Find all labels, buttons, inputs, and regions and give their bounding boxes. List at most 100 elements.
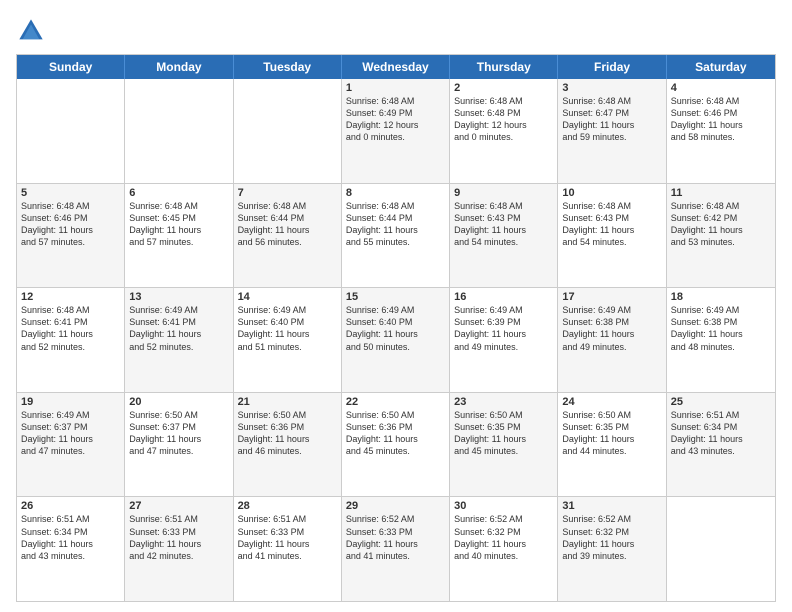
calendar-cell-day-8: 8Sunrise: 6:48 AM Sunset: 6:44 PM Daylig…	[342, 184, 450, 288]
day-number: 23	[454, 396, 553, 408]
day-number: 1	[346, 82, 445, 94]
day-number: 11	[671, 187, 771, 199]
calendar-cell-day-24: 24Sunrise: 6:50 AM Sunset: 6:35 PM Dayli…	[558, 393, 666, 497]
calendar: SundayMondayTuesdayWednesdayThursdayFrid…	[16, 54, 776, 602]
day-info: Sunrise: 6:48 AM Sunset: 6:43 PM Dayligh…	[454, 200, 553, 249]
day-number: 25	[671, 396, 771, 408]
day-number: 31	[562, 500, 661, 512]
weekday-header-monday: Monday	[125, 55, 233, 79]
calendar-cell-day-10: 10Sunrise: 6:48 AM Sunset: 6:43 PM Dayli…	[558, 184, 666, 288]
day-info: Sunrise: 6:48 AM Sunset: 6:42 PM Dayligh…	[671, 200, 771, 249]
day-number: 19	[21, 396, 120, 408]
logo-icon	[16, 16, 46, 46]
calendar-cell-day-12: 12Sunrise: 6:48 AM Sunset: 6:41 PM Dayli…	[17, 288, 125, 392]
day-info: Sunrise: 6:48 AM Sunset: 6:44 PM Dayligh…	[346, 200, 445, 249]
day-number: 6	[129, 187, 228, 199]
day-info: Sunrise: 6:49 AM Sunset: 6:39 PM Dayligh…	[454, 304, 553, 353]
day-info: Sunrise: 6:49 AM Sunset: 6:37 PM Dayligh…	[21, 409, 120, 458]
calendar-cell-day-17: 17Sunrise: 6:49 AM Sunset: 6:38 PM Dayli…	[558, 288, 666, 392]
day-info: Sunrise: 6:51 AM Sunset: 6:33 PM Dayligh…	[129, 513, 228, 562]
calendar-row-2: 12Sunrise: 6:48 AM Sunset: 6:41 PM Dayli…	[17, 288, 775, 393]
day-number: 12	[21, 291, 120, 303]
day-info: Sunrise: 6:49 AM Sunset: 6:40 PM Dayligh…	[346, 304, 445, 353]
day-number: 2	[454, 82, 553, 94]
day-info: Sunrise: 6:50 AM Sunset: 6:35 PM Dayligh…	[562, 409, 661, 458]
day-number: 22	[346, 396, 445, 408]
calendar-cell-day-1: 1Sunrise: 6:48 AM Sunset: 6:49 PM Daylig…	[342, 79, 450, 183]
calendar-cell-day-7: 7Sunrise: 6:48 AM Sunset: 6:44 PM Daylig…	[234, 184, 342, 288]
page: SundayMondayTuesdayWednesdayThursdayFrid…	[0, 0, 792, 612]
day-number: 18	[671, 291, 771, 303]
calendar-cell-day-15: 15Sunrise: 6:49 AM Sunset: 6:40 PM Dayli…	[342, 288, 450, 392]
weekday-header-saturday: Saturday	[667, 55, 775, 79]
weekday-header-sunday: Sunday	[17, 55, 125, 79]
day-info: Sunrise: 6:52 AM Sunset: 6:33 PM Dayligh…	[346, 513, 445, 562]
day-info: Sunrise: 6:49 AM Sunset: 6:40 PM Dayligh…	[238, 304, 337, 353]
day-info: Sunrise: 6:48 AM Sunset: 6:44 PM Dayligh…	[238, 200, 337, 249]
calendar-cell-day-19: 19Sunrise: 6:49 AM Sunset: 6:37 PM Dayli…	[17, 393, 125, 497]
day-info: Sunrise: 6:52 AM Sunset: 6:32 PM Dayligh…	[454, 513, 553, 562]
day-number: 29	[346, 500, 445, 512]
day-number: 10	[562, 187, 661, 199]
calendar-cell-day-25: 25Sunrise: 6:51 AM Sunset: 6:34 PM Dayli…	[667, 393, 775, 497]
calendar-cell-day-2: 2Sunrise: 6:48 AM Sunset: 6:48 PM Daylig…	[450, 79, 558, 183]
day-info: Sunrise: 6:51 AM Sunset: 6:33 PM Dayligh…	[238, 513, 337, 562]
day-number: 27	[129, 500, 228, 512]
day-number: 16	[454, 291, 553, 303]
day-info: Sunrise: 6:50 AM Sunset: 6:36 PM Dayligh…	[346, 409, 445, 458]
day-number: 4	[671, 82, 771, 94]
day-number: 21	[238, 396, 337, 408]
calendar-cell-empty	[17, 79, 125, 183]
calendar-cell-empty	[234, 79, 342, 183]
calendar-cell-day-5: 5Sunrise: 6:48 AM Sunset: 6:46 PM Daylig…	[17, 184, 125, 288]
logo	[16, 16, 50, 46]
calendar-cell-day-16: 16Sunrise: 6:49 AM Sunset: 6:39 PM Dayli…	[450, 288, 558, 392]
day-info: Sunrise: 6:48 AM Sunset: 6:43 PM Dayligh…	[562, 200, 661, 249]
day-number: 13	[129, 291, 228, 303]
calendar-cell-day-3: 3Sunrise: 6:48 AM Sunset: 6:47 PM Daylig…	[558, 79, 666, 183]
weekday-header-tuesday: Tuesday	[234, 55, 342, 79]
calendar-cell-day-29: 29Sunrise: 6:52 AM Sunset: 6:33 PM Dayli…	[342, 497, 450, 601]
weekday-header-thursday: Thursday	[450, 55, 558, 79]
day-number: 9	[454, 187, 553, 199]
day-number: 30	[454, 500, 553, 512]
calendar-cell-day-26: 26Sunrise: 6:51 AM Sunset: 6:34 PM Dayli…	[17, 497, 125, 601]
calendar-cell-day-11: 11Sunrise: 6:48 AM Sunset: 6:42 PM Dayli…	[667, 184, 775, 288]
calendar-cell-empty	[667, 497, 775, 601]
calendar-cell-day-30: 30Sunrise: 6:52 AM Sunset: 6:32 PM Dayli…	[450, 497, 558, 601]
calendar-cell-day-22: 22Sunrise: 6:50 AM Sunset: 6:36 PM Dayli…	[342, 393, 450, 497]
day-number: 5	[21, 187, 120, 199]
day-info: Sunrise: 6:51 AM Sunset: 6:34 PM Dayligh…	[671, 409, 771, 458]
calendar-cell-day-21: 21Sunrise: 6:50 AM Sunset: 6:36 PM Dayli…	[234, 393, 342, 497]
calendar-row-3: 19Sunrise: 6:49 AM Sunset: 6:37 PM Dayli…	[17, 393, 775, 498]
day-info: Sunrise: 6:48 AM Sunset: 6:48 PM Dayligh…	[454, 95, 553, 144]
day-info: Sunrise: 6:48 AM Sunset: 6:46 PM Dayligh…	[671, 95, 771, 144]
day-number: 28	[238, 500, 337, 512]
day-info: Sunrise: 6:50 AM Sunset: 6:35 PM Dayligh…	[454, 409, 553, 458]
calendar-cell-empty	[125, 79, 233, 183]
calendar-cell-day-14: 14Sunrise: 6:49 AM Sunset: 6:40 PM Dayli…	[234, 288, 342, 392]
calendar-row-0: 1Sunrise: 6:48 AM Sunset: 6:49 PM Daylig…	[17, 79, 775, 184]
day-info: Sunrise: 6:49 AM Sunset: 6:38 PM Dayligh…	[562, 304, 661, 353]
day-info: Sunrise: 6:52 AM Sunset: 6:32 PM Dayligh…	[562, 513, 661, 562]
calendar-cell-day-6: 6Sunrise: 6:48 AM Sunset: 6:45 PM Daylig…	[125, 184, 233, 288]
calendar-row-4: 26Sunrise: 6:51 AM Sunset: 6:34 PM Dayli…	[17, 497, 775, 601]
day-info: Sunrise: 6:49 AM Sunset: 6:38 PM Dayligh…	[671, 304, 771, 353]
day-number: 20	[129, 396, 228, 408]
day-info: Sunrise: 6:49 AM Sunset: 6:41 PM Dayligh…	[129, 304, 228, 353]
day-number: 14	[238, 291, 337, 303]
calendar-cell-day-23: 23Sunrise: 6:50 AM Sunset: 6:35 PM Dayli…	[450, 393, 558, 497]
day-info: Sunrise: 6:48 AM Sunset: 6:46 PM Dayligh…	[21, 200, 120, 249]
day-info: Sunrise: 6:50 AM Sunset: 6:36 PM Dayligh…	[238, 409, 337, 458]
day-info: Sunrise: 6:48 AM Sunset: 6:47 PM Dayligh…	[562, 95, 661, 144]
calendar-cell-day-20: 20Sunrise: 6:50 AM Sunset: 6:37 PM Dayli…	[125, 393, 233, 497]
calendar-cell-day-9: 9Sunrise: 6:48 AM Sunset: 6:43 PM Daylig…	[450, 184, 558, 288]
day-number: 7	[238, 187, 337, 199]
day-number: 17	[562, 291, 661, 303]
day-number: 26	[21, 500, 120, 512]
calendar-cell-day-18: 18Sunrise: 6:49 AM Sunset: 6:38 PM Dayli…	[667, 288, 775, 392]
day-info: Sunrise: 6:48 AM Sunset: 6:41 PM Dayligh…	[21, 304, 120, 353]
calendar-cell-day-27: 27Sunrise: 6:51 AM Sunset: 6:33 PM Dayli…	[125, 497, 233, 601]
weekday-header-friday: Friday	[558, 55, 666, 79]
day-number: 8	[346, 187, 445, 199]
